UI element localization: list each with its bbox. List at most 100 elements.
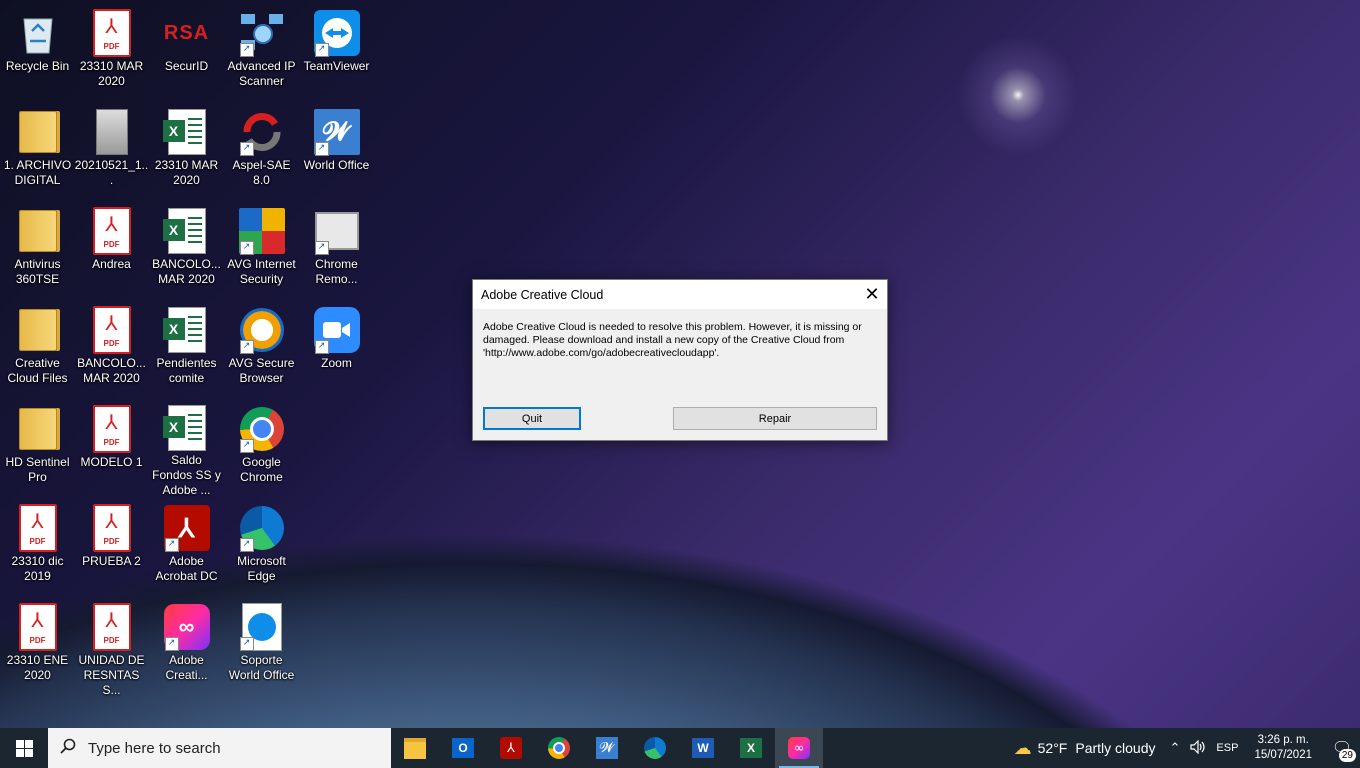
weather-desc: Partly cloudy bbox=[1075, 740, 1156, 756]
zoom-icon: ↗ bbox=[313, 306, 361, 354]
acrobat-icon: ⅄ bbox=[500, 737, 522, 759]
shortcut-arrow-icon: ↗ bbox=[239, 241, 254, 255]
taskbar-app-button[interactable]: W bbox=[679, 728, 727, 768]
image-file-icon bbox=[88, 108, 136, 156]
aspel-sae-icon: ↗ bbox=[238, 108, 286, 156]
desktop-icon-label: TeamViewer bbox=[303, 59, 370, 73]
desktop-icon[interactable]: ↗ AVG Secure Browser bbox=[224, 300, 299, 394]
excel-file-icon: X bbox=[162, 405, 211, 451]
desktop-icon[interactable]: Recycle Bin bbox=[0, 3, 75, 97]
pdf-icon: ⅄ PDF bbox=[14, 603, 62, 651]
pdf-tag: PDF bbox=[103, 339, 120, 348]
dialog-titlebar[interactable]: Adobe Creative Cloud ✕ bbox=[473, 280, 887, 309]
desktop-icon[interactable]: ↗ TeamViewer bbox=[299, 3, 374, 97]
outlook-icon: O bbox=[452, 738, 474, 758]
folder-icon bbox=[14, 108, 62, 156]
desktop-icon[interactable]: ⅄ PDF UNIDAD DE RESNTAS S... bbox=[74, 597, 149, 697]
desktop-icon[interactable]: ↗ Zoom bbox=[299, 300, 374, 394]
shortcut-arrow-icon: ↗ bbox=[239, 340, 254, 354]
search-placeholder: Type here to search bbox=[88, 739, 221, 757]
desktop-icon-label: 20210521_1... bbox=[74, 158, 149, 187]
excel-file-icon: X bbox=[162, 108, 211, 156]
desktop-icon[interactable]: X Pendientes comite bbox=[149, 300, 224, 394]
chevron-up-icon[interactable]: ⌃ bbox=[1170, 740, 1181, 756]
taskbar-app-button[interactable] bbox=[631, 728, 679, 768]
shortcut-arrow-icon: ↗ bbox=[314, 142, 329, 156]
word-icon: W bbox=[692, 738, 714, 758]
desktop-icon[interactable]: ⅄ PDF BANCOLO... MAR 2020 bbox=[74, 300, 149, 394]
desktop-icon-label: Antivirus 360TSE bbox=[14, 257, 61, 286]
taskbar-search-box[interactable]: Type here to search bbox=[48, 728, 391, 768]
start-button[interactable] bbox=[0, 728, 48, 768]
taskbar-app-button[interactable]: O bbox=[439, 728, 487, 768]
excel-icon: X bbox=[740, 738, 762, 758]
desktop-icon[interactable]: ⅄ PDF MODELO 1 bbox=[74, 399, 149, 493]
desktop-icon-label: HD Sentinel Pro bbox=[5, 455, 70, 484]
language-indicator[interactable]: ESP bbox=[1216, 742, 1238, 754]
desktop-icon[interactable]: HD Sentinel Pro bbox=[0, 399, 75, 493]
desktop-icon[interactable]: X BANCOLO... MAR 2020 bbox=[149, 201, 224, 295]
desktop-icon[interactable]: ∞ ↗ Adobe Creati... bbox=[149, 597, 224, 691]
close-icon[interactable]: ✕ bbox=[857, 280, 887, 309]
repair-button[interactable]: Repair bbox=[673, 407, 877, 430]
desktop-icon-label: 23310 MAR 2020 bbox=[154, 158, 219, 187]
taskbar-app-button[interactable]: ∞ bbox=[775, 728, 823, 768]
desktop-icon[interactable]: Creative Cloud Files bbox=[0, 300, 75, 394]
desktop-icon[interactable]: ⅄ PDF PRUEBA 2 bbox=[74, 498, 149, 592]
desktop-icon-label: 23310 dic 2019 bbox=[11, 554, 64, 583]
pdf-tag: PDF bbox=[103, 537, 120, 546]
pdf-icon: ⅄ PDF bbox=[14, 504, 62, 552]
desktop-icon[interactable]: RSA SecurID bbox=[149, 3, 224, 97]
desktop-icon[interactable]: ⅄ PDF 23310 MAR 2020 bbox=[74, 3, 149, 97]
desktop-icon[interactable]: ↗ Chrome Remo... bbox=[299, 201, 374, 295]
desktop-icon-label: AVG Internet Security bbox=[227, 257, 296, 286]
shortcut-arrow-icon: ↗ bbox=[164, 637, 179, 651]
taskbar-pinned-apps: O ⅄ 𝓦 W X ∞ bbox=[391, 728, 823, 768]
desktop-icon[interactable]: ↗ Google Chrome bbox=[224, 399, 299, 493]
desktop-icon[interactable]: 20210521_1... bbox=[74, 102, 149, 196]
desktop-icon[interactable]: ↗ Advanced IP Scanner bbox=[224, 3, 299, 97]
desktop-icon[interactable]: ⅄ ↗ Adobe Acrobat DC bbox=[149, 498, 224, 592]
notification-count: 29 bbox=[1338, 749, 1356, 762]
desktop-icon[interactable]: X 23310 MAR 2020 bbox=[149, 102, 224, 196]
clock-date: 15/07/2021 bbox=[1254, 749, 1312, 761]
taskbar-app-button[interactable]: X bbox=[727, 728, 775, 768]
desktop-icon[interactable]: ↗ Soporte World Office bbox=[224, 597, 299, 691]
desktop-icon[interactable]: ↗ Microsoft Edge bbox=[224, 498, 299, 592]
rsa-logo-text: RSA bbox=[163, 21, 210, 44]
notification-center-button[interactable]: 🗨 29 bbox=[1324, 728, 1360, 768]
folder-icon bbox=[14, 405, 62, 453]
desktop-icon[interactable]: ⅄ PDF 23310 ENE 2020 bbox=[0, 597, 75, 691]
taskbar-app-button[interactable] bbox=[535, 728, 583, 768]
taskbar-app-button[interactable]: ⅄ bbox=[487, 728, 535, 768]
quit-button[interactable]: Quit bbox=[483, 407, 581, 430]
desktop-icon-label: SecurID bbox=[164, 59, 209, 73]
avg-browser-icon: ↗ bbox=[238, 306, 286, 354]
speaker-icon[interactable] bbox=[1190, 739, 1206, 757]
pdf-icon: ⅄ PDF bbox=[88, 603, 136, 651]
desktop-icon[interactable]: 1. ARCHIVO DIGITAL bbox=[0, 102, 75, 196]
desktop-icon[interactable]: ↗ AVG Internet Security bbox=[224, 201, 299, 295]
desktop-icon-label: Aspel-SAE 8.0 bbox=[232, 158, 291, 187]
desktop-icon-label: BANCOLO... MAR 2020 bbox=[77, 356, 146, 385]
weather-widget[interactable]: ☁ 52°F Partly cloudy bbox=[1014, 738, 1156, 759]
desktop-icon[interactable]: Antivirus 360TSE bbox=[0, 201, 75, 295]
clock[interactable]: 3:26 p. m. 15/07/2021 bbox=[1254, 733, 1312, 763]
shortcut-arrow-icon: ↗ bbox=[164, 538, 179, 552]
shortcut-arrow-icon: ↗ bbox=[239, 142, 254, 156]
taskbar-app-button[interactable] bbox=[391, 728, 439, 768]
desktop-icon[interactable]: 𝓦 ↗ World Office bbox=[299, 102, 374, 196]
shortcut-arrow-icon: ↗ bbox=[239, 637, 254, 651]
pdf-tag: PDF bbox=[29, 636, 46, 645]
desktop-icon-label: Adobe Acrobat DC bbox=[155, 554, 218, 583]
recycle-bin-icon bbox=[14, 9, 62, 57]
taskbar-app-button[interactable]: 𝓦 bbox=[583, 728, 631, 768]
desktop-icon-label: PRUEBA 2 bbox=[82, 554, 141, 568]
desktop-icon[interactable]: ↗ Aspel-SAE 8.0 bbox=[224, 102, 299, 196]
desktop-icon[interactable]: ⅄ PDF 23310 dic 2019 bbox=[0, 498, 75, 592]
desktop-icon[interactable]: X Saldo Fondos SS y Adobe ... bbox=[149, 399, 224, 497]
excel-file-icon: X bbox=[162, 207, 211, 255]
creative-cloud-dialog: Adobe Creative Cloud ✕ Adobe Creative Cl… bbox=[472, 279, 888, 441]
shortcut-arrow-icon: ↗ bbox=[239, 43, 254, 57]
desktop-icon[interactable]: ⅄ PDF Andrea bbox=[74, 201, 149, 295]
